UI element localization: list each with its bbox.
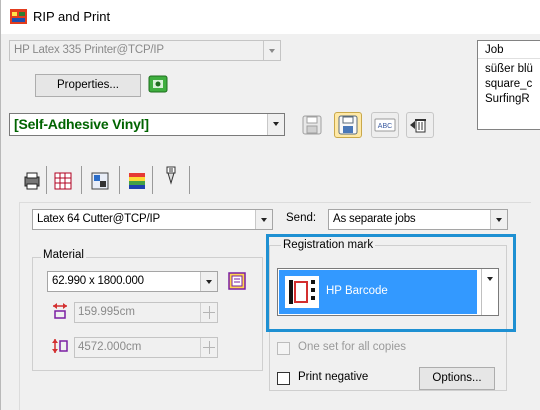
highlight-box bbox=[266, 234, 516, 332]
length-value: 4572.000cm bbox=[78, 341, 142, 353]
printer-status-icon bbox=[148, 75, 168, 93]
length-icon bbox=[52, 339, 68, 353]
tab-separator bbox=[189, 166, 190, 194]
material-size-value: 62.990 x 1800.000 bbox=[52, 275, 144, 287]
tab-separator bbox=[152, 166, 153, 194]
chevron-down-icon[interactable] bbox=[200, 272, 217, 291]
chevron-down-icon[interactable] bbox=[490, 210, 507, 229]
list-item[interactable]: square_c bbox=[485, 78, 532, 90]
send-select-value: As separate jobs bbox=[333, 213, 416, 225]
spin-updown-icon[interactable] bbox=[200, 303, 217, 322]
one-set-label: One set for all copies bbox=[298, 341, 407, 353]
tab-layout-icon[interactable] bbox=[53, 171, 73, 191]
app-icon bbox=[10, 9, 27, 24]
printer-status-button[interactable] bbox=[146, 72, 172, 98]
tab-separator bbox=[81, 166, 82, 194]
length-spinner[interactable]: 4572.000cm bbox=[74, 337, 218, 358]
width-spinner[interactable]: 159.995cm bbox=[74, 302, 218, 323]
tab-separator bbox=[46, 166, 47, 194]
tab-cutter-icon[interactable] bbox=[161, 166, 181, 186]
properties-button-label: Properties... bbox=[57, 79, 119, 91]
save-as-icon bbox=[338, 115, 358, 135]
material-size-select[interactable]: 62.990 x 1800.000 bbox=[47, 271, 218, 292]
width-value: 159.995cm bbox=[78, 306, 135, 318]
media-select-value: [Self-Adhesive Vinyl] bbox=[14, 116, 149, 132]
width-icon bbox=[53, 303, 67, 319]
tab-general-icon[interactable] bbox=[22, 171, 42, 191]
options-button-label: Options... bbox=[432, 372, 482, 384]
options-button[interactable]: Options... bbox=[419, 367, 495, 390]
delete-button[interactable] bbox=[406, 112, 434, 138]
tab-profile-icon[interactable] bbox=[127, 171, 147, 191]
list-item[interactable]: süßer blü bbox=[485, 63, 533, 75]
one-set-checkbox[interactable] bbox=[277, 342, 290, 355]
chevron-down-icon[interactable] bbox=[263, 41, 280, 60]
cutter-select-value: Latex 64 Cutter@TCP/IP bbox=[37, 213, 160, 225]
send-label: Send: bbox=[286, 212, 317, 224]
job-list[interactable]: Job süßer blü square_c SurfingR bbox=[477, 40, 540, 130]
list-item[interactable]: SurfingR bbox=[485, 93, 530, 105]
print-negative-checkbox[interactable] bbox=[277, 372, 290, 385]
job-header-label: Job bbox=[485, 44, 504, 56]
save-button[interactable] bbox=[299, 112, 327, 138]
media-size-icon[interactable] bbox=[227, 271, 247, 291]
properties-button[interactable]: Properties... bbox=[35, 74, 141, 97]
spell-check-icon: ABC bbox=[374, 118, 396, 132]
spin-updown-icon[interactable] bbox=[200, 338, 217, 357]
tab-color-icon[interactable] bbox=[90, 171, 110, 191]
spell-check-button[interactable]: ABC bbox=[371, 112, 399, 138]
title-bar: RIP and Print bbox=[1, 0, 540, 34]
job-column-header[interactable]: Job bbox=[478, 41, 540, 59]
material-group-label: Material bbox=[41, 249, 86, 261]
printer-select[interactable]: HP Latex 335 Printer@TCP/IP bbox=[9, 40, 281, 61]
window-title: RIP and Print bbox=[33, 9, 111, 24]
save-as-button[interactable] bbox=[334, 112, 362, 138]
media-select[interactable]: [Self-Adhesive Vinyl] bbox=[9, 113, 285, 136]
chevron-down-icon[interactable] bbox=[267, 114, 284, 135]
save-icon bbox=[302, 115, 322, 135]
chevron-down-icon[interactable] bbox=[255, 210, 272, 229]
printer-select-value: HP Latex 335 Printer@TCP/IP bbox=[14, 44, 164, 56]
send-select[interactable]: As separate jobs bbox=[328, 209, 508, 230]
cutter-select[interactable]: Latex 64 Cutter@TCP/IP bbox=[32, 209, 273, 230]
print-negative-label: Print negative bbox=[298, 371, 369, 383]
svg-text:ABC: ABC bbox=[378, 123, 392, 130]
tab-separator bbox=[119, 166, 120, 194]
trash-icon bbox=[410, 119, 426, 133]
rip-and-print-window: RIP and Print HP Latex 335 Printer@TCP/I… bbox=[0, 0, 540, 410]
